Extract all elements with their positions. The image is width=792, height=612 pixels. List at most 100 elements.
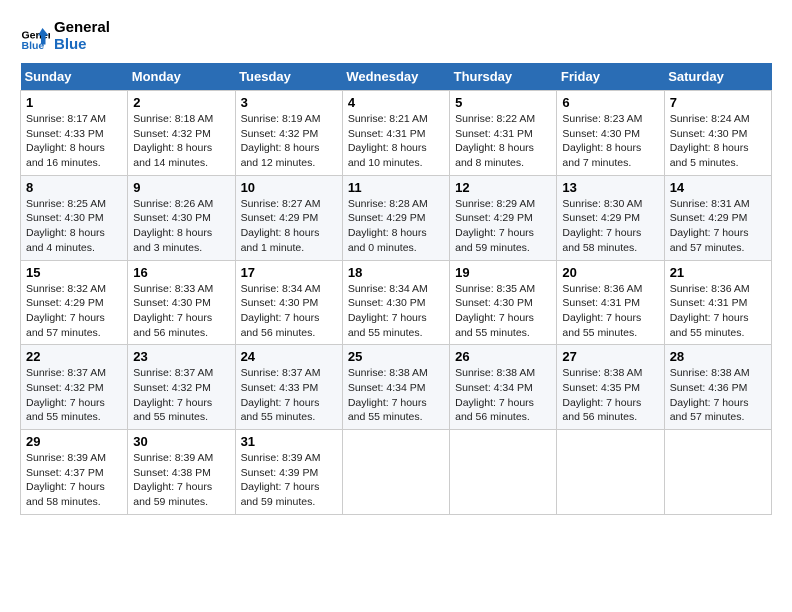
- table-row: 3 Sunrise: 8:19 AMSunset: 4:32 PMDayligh…: [235, 91, 342, 176]
- day-info: Sunrise: 8:25 AMSunset: 4:30 PMDaylight:…: [26, 197, 122, 256]
- day-number: 14: [670, 180, 766, 195]
- day-number: 15: [26, 265, 122, 280]
- table-row: 28 Sunrise: 8:38 AMSunset: 4:36 PMDaylig…: [664, 345, 771, 430]
- day-number: 20: [562, 265, 658, 280]
- day-info: Sunrise: 8:30 AMSunset: 4:29 PMDaylight:…: [562, 197, 658, 256]
- day-number: 18: [348, 265, 444, 280]
- table-row: 24 Sunrise: 8:37 AMSunset: 4:33 PMDaylig…: [235, 345, 342, 430]
- header-friday: Friday: [557, 63, 664, 91]
- day-info: Sunrise: 8:36 AMSunset: 4:31 PMDaylight:…: [670, 282, 766, 341]
- day-info: Sunrise: 8:39 AMSunset: 4:38 PMDaylight:…: [133, 451, 229, 510]
- day-number: 26: [455, 349, 551, 364]
- table-row: 23 Sunrise: 8:37 AMSunset: 4:32 PMDaylig…: [128, 345, 235, 430]
- day-number: 6: [562, 95, 658, 110]
- day-number: 9: [133, 180, 229, 195]
- table-row: 9 Sunrise: 8:26 AMSunset: 4:30 PMDayligh…: [128, 175, 235, 260]
- table-row: 14 Sunrise: 8:31 AMSunset: 4:29 PMDaylig…: [664, 175, 771, 260]
- day-info: Sunrise: 8:38 AMSunset: 4:36 PMDaylight:…: [670, 366, 766, 425]
- day-number: 11: [348, 180, 444, 195]
- header-saturday: Saturday: [664, 63, 771, 91]
- day-info: Sunrise: 8:19 AMSunset: 4:32 PMDaylight:…: [241, 112, 337, 171]
- day-number: 21: [670, 265, 766, 280]
- header-thursday: Thursday: [450, 63, 557, 91]
- table-row: 26 Sunrise: 8:38 AMSunset: 4:34 PMDaylig…: [450, 345, 557, 430]
- day-info: Sunrise: 8:29 AMSunset: 4:29 PMDaylight:…: [455, 197, 551, 256]
- calendar-table: Sunday Monday Tuesday Wednesday Thursday…: [20, 63, 772, 515]
- empty-cell: [342, 430, 449, 515]
- logo: General Blue General Blue: [20, 20, 110, 53]
- table-row: 22 Sunrise: 8:37 AMSunset: 4:32 PMDaylig…: [21, 345, 128, 430]
- day-info: Sunrise: 8:34 AMSunset: 4:30 PMDaylight:…: [241, 282, 337, 341]
- table-row: 18 Sunrise: 8:34 AMSunset: 4:30 PMDaylig…: [342, 260, 449, 345]
- day-info: Sunrise: 8:39 AMSunset: 4:37 PMDaylight:…: [26, 451, 122, 510]
- day-info: Sunrise: 8:36 AMSunset: 4:31 PMDaylight:…: [562, 282, 658, 341]
- day-number: 4: [348, 95, 444, 110]
- day-number: 12: [455, 180, 551, 195]
- day-info: Sunrise: 8:34 AMSunset: 4:30 PMDaylight:…: [348, 282, 444, 341]
- day-number: 10: [241, 180, 337, 195]
- day-number: 23: [133, 349, 229, 364]
- day-number: 5: [455, 95, 551, 110]
- table-row: 4 Sunrise: 8:21 AMSunset: 4:31 PMDayligh…: [342, 91, 449, 176]
- day-info: Sunrise: 8:32 AMSunset: 4:29 PMDaylight:…: [26, 282, 122, 341]
- table-row: 27 Sunrise: 8:38 AMSunset: 4:35 PMDaylig…: [557, 345, 664, 430]
- empty-cell: [557, 430, 664, 515]
- day-info: Sunrise: 8:26 AMSunset: 4:30 PMDaylight:…: [133, 197, 229, 256]
- table-row: 13 Sunrise: 8:30 AMSunset: 4:29 PMDaylig…: [557, 175, 664, 260]
- empty-cell: [664, 430, 771, 515]
- svg-text:Blue: Blue: [22, 40, 45, 52]
- table-row: 25 Sunrise: 8:38 AMSunset: 4:34 PMDaylig…: [342, 345, 449, 430]
- table-row: 1 Sunrise: 8:17 AMSunset: 4:33 PMDayligh…: [21, 91, 128, 176]
- day-number: 30: [133, 434, 229, 449]
- day-number: 13: [562, 180, 658, 195]
- day-info: Sunrise: 8:27 AMSunset: 4:29 PMDaylight:…: [241, 197, 337, 256]
- table-row: 15 Sunrise: 8:32 AMSunset: 4:29 PMDaylig…: [21, 260, 128, 345]
- table-row: 10 Sunrise: 8:27 AMSunset: 4:29 PMDaylig…: [235, 175, 342, 260]
- table-row: 20 Sunrise: 8:36 AMSunset: 4:31 PMDaylig…: [557, 260, 664, 345]
- day-info: Sunrise: 8:21 AMSunset: 4:31 PMDaylight:…: [348, 112, 444, 171]
- table-row: 21 Sunrise: 8:36 AMSunset: 4:31 PMDaylig…: [664, 260, 771, 345]
- day-info: Sunrise: 8:33 AMSunset: 4:30 PMDaylight:…: [133, 282, 229, 341]
- table-row: 11 Sunrise: 8:28 AMSunset: 4:29 PMDaylig…: [342, 175, 449, 260]
- day-info: Sunrise: 8:38 AMSunset: 4:34 PMDaylight:…: [348, 366, 444, 425]
- logo-icon: General Blue: [20, 22, 50, 52]
- table-row: 12 Sunrise: 8:29 AMSunset: 4:29 PMDaylig…: [450, 175, 557, 260]
- day-number: 29: [26, 434, 122, 449]
- day-info: Sunrise: 8:18 AMSunset: 4:32 PMDaylight:…: [133, 112, 229, 171]
- table-row: 16 Sunrise: 8:33 AMSunset: 4:30 PMDaylig…: [128, 260, 235, 345]
- day-number: 22: [26, 349, 122, 364]
- day-info: Sunrise: 8:37 AMSunset: 4:32 PMDaylight:…: [26, 366, 122, 425]
- day-number: 7: [670, 95, 766, 110]
- day-number: 8: [26, 180, 122, 195]
- day-number: 2: [133, 95, 229, 110]
- day-number: 3: [241, 95, 337, 110]
- day-info: Sunrise: 8:22 AMSunset: 4:31 PMDaylight:…: [455, 112, 551, 171]
- table-row: 30 Sunrise: 8:39 AMSunset: 4:38 PMDaylig…: [128, 430, 235, 515]
- day-number: 19: [455, 265, 551, 280]
- day-number: 28: [670, 349, 766, 364]
- day-info: Sunrise: 8:37 AMSunset: 4:33 PMDaylight:…: [241, 366, 337, 425]
- day-number: 27: [562, 349, 658, 364]
- day-number: 24: [241, 349, 337, 364]
- day-number: 31: [241, 434, 337, 449]
- table-row: 6 Sunrise: 8:23 AMSunset: 4:30 PMDayligh…: [557, 91, 664, 176]
- table-row: 19 Sunrise: 8:35 AMSunset: 4:30 PMDaylig…: [450, 260, 557, 345]
- table-row: 17 Sunrise: 8:34 AMSunset: 4:30 PMDaylig…: [235, 260, 342, 345]
- day-info: Sunrise: 8:35 AMSunset: 4:30 PMDaylight:…: [455, 282, 551, 341]
- table-row: 31 Sunrise: 8:39 AMSunset: 4:39 PMDaylig…: [235, 430, 342, 515]
- table-row: 7 Sunrise: 8:24 AMSunset: 4:30 PMDayligh…: [664, 91, 771, 176]
- calendar-header-row: Sunday Monday Tuesday Wednesday Thursday…: [21, 63, 772, 91]
- day-number: 25: [348, 349, 444, 364]
- table-row: 8 Sunrise: 8:25 AMSunset: 4:30 PMDayligh…: [21, 175, 128, 260]
- table-row: 2 Sunrise: 8:18 AMSunset: 4:32 PMDayligh…: [128, 91, 235, 176]
- empty-cell: [450, 430, 557, 515]
- day-info: Sunrise: 8:24 AMSunset: 4:30 PMDaylight:…: [670, 112, 766, 171]
- table-row: 5 Sunrise: 8:22 AMSunset: 4:31 PMDayligh…: [450, 91, 557, 176]
- header-monday: Monday: [128, 63, 235, 91]
- day-info: Sunrise: 8:17 AMSunset: 4:33 PMDaylight:…: [26, 112, 122, 171]
- day-info: Sunrise: 8:38 AMSunset: 4:35 PMDaylight:…: [562, 366, 658, 425]
- table-row: 29 Sunrise: 8:39 AMSunset: 4:37 PMDaylig…: [21, 430, 128, 515]
- header-sunday: Sunday: [21, 63, 128, 91]
- header-tuesday: Tuesday: [235, 63, 342, 91]
- page-header: General Blue General Blue: [20, 20, 772, 53]
